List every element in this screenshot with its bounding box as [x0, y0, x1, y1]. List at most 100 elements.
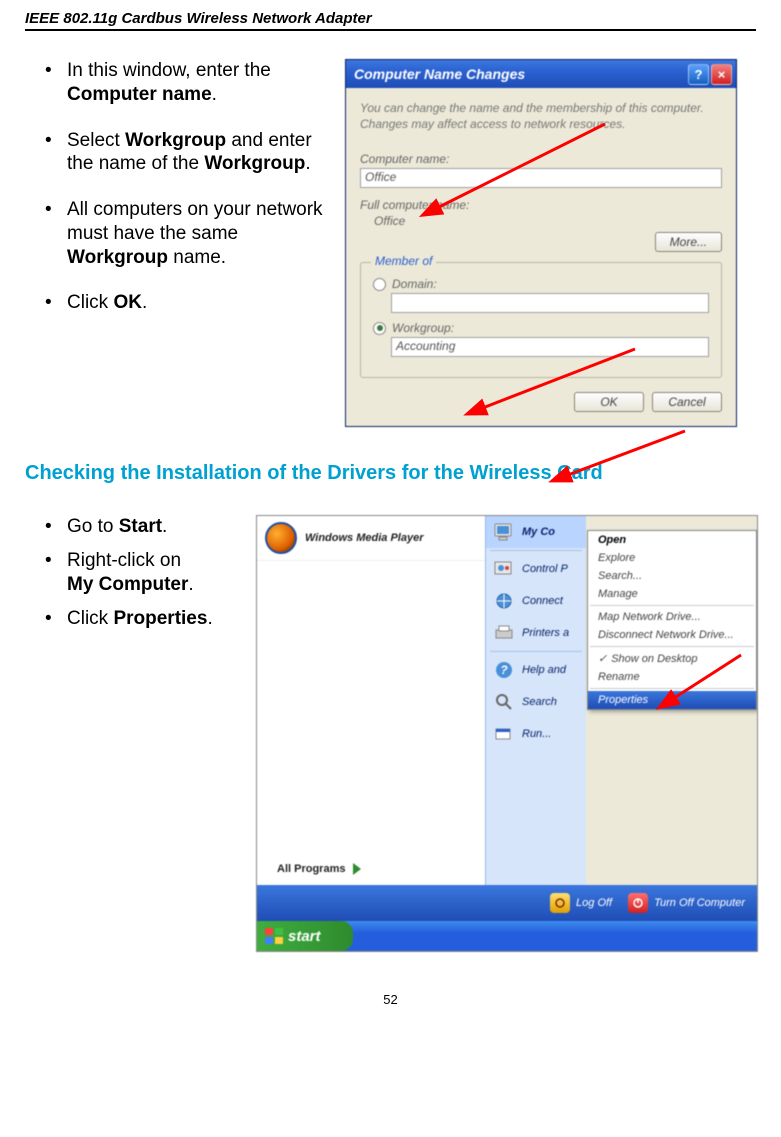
svg-text:?: ? [500, 663, 508, 677]
wmp-icon [265, 522, 297, 554]
label: My Co [522, 526, 555, 538]
run-item[interactable]: Run... [486, 718, 586, 750]
ctx-show-desktop[interactable]: ✓ Show on Desktop [588, 649, 756, 668]
member-of-label: Member of [371, 254, 436, 268]
ctx-search[interactable]: Search... [588, 567, 756, 585]
start-button[interactable]: start [257, 921, 353, 951]
text: . [207, 608, 212, 629]
radio-selected-icon[interactable] [373, 322, 386, 335]
triangle-icon [353, 863, 361, 875]
my-computer-item[interactable]: My Co [486, 516, 586, 548]
separator [590, 605, 754, 606]
power-icon [628, 893, 648, 913]
start-menu-bottom-bar: Log Off Turn Off Computer [257, 885, 757, 921]
close-icon[interactable]: × [711, 64, 732, 85]
ctx-disconnect-drive[interactable]: Disconnect Network Drive... [588, 626, 756, 644]
start-menu-left-column: Windows Media Player All Programs [257, 516, 485, 885]
label: Turn Off Computer [654, 897, 745, 909]
ctx-manage[interactable]: Manage [588, 585, 756, 603]
bold-text: Properties [113, 608, 207, 629]
workgroup-radio-row[interactable]: Workgroup: [373, 321, 709, 335]
bullet-select-workgroup: Select Workgroup and enter the name of t… [45, 129, 325, 177]
wmp-label: Windows Media Player [305, 532, 424, 544]
wmp-item[interactable]: Windows Media Player [257, 516, 485, 561]
bold-text: Workgroup [67, 247, 168, 268]
text: name. [168, 247, 226, 268]
logoff-icon [550, 893, 570, 913]
domain-input[interactable] [391, 293, 709, 313]
printer-icon [492, 622, 516, 644]
text: Go to [67, 516, 119, 537]
text: In this window, enter the [67, 60, 271, 81]
domain-radio-row[interactable]: Domain: [373, 277, 709, 291]
computer-name-input[interactable]: Office [360, 168, 722, 188]
bold-text: Workgroup [204, 153, 305, 174]
search-icon [492, 691, 516, 713]
label: start [288, 928, 321, 945]
ok-button[interactable]: OK [574, 392, 644, 412]
turn-off-button[interactable]: Turn Off Computer [628, 893, 745, 913]
label: Search [522, 696, 557, 708]
control-panel-item[interactable]: Control P [486, 553, 586, 585]
bullet-click-properties: Click Properties. [45, 607, 236, 631]
full-name-value: Office [360, 214, 722, 228]
bold-text: Start [119, 516, 162, 537]
text: Select [67, 130, 125, 151]
text: Right-click on [67, 550, 181, 571]
label: Printers a [522, 627, 569, 639]
more-button[interactable]: More... [655, 232, 722, 252]
bold-text: Workgroup [125, 130, 226, 151]
bullet-rightclick-mycomputer: Right-click on My Computer. [45, 549, 236, 597]
network-icon [492, 590, 516, 612]
text: . [162, 516, 167, 537]
ctx-map-drive[interactable]: Map Network Drive... [588, 608, 756, 626]
printers-item[interactable]: Printers a [486, 617, 586, 649]
all-programs-label: All Programs [277, 863, 345, 875]
search-item[interactable]: Search [486, 686, 586, 718]
label: Show on Desktop [611, 653, 697, 665]
all-programs-item[interactable]: All Programs [277, 863, 361, 875]
ctx-rename[interactable]: Rename [588, 668, 756, 686]
page-header: IEEE 802.11g Cardbus Wireless Network Ad… [25, 10, 756, 31]
text: . [212, 84, 217, 105]
bold-text: My Computer [67, 574, 188, 595]
context-menu: Open Explore Search... Manage Map Networ… [587, 530, 757, 710]
section-heading: Checking the Installation of the Drivers… [25, 462, 756, 485]
bullet-click-ok: Click OK. [45, 291, 325, 315]
ctx-properties[interactable]: Properties [588, 691, 756, 709]
label: Connect [522, 595, 563, 607]
help-item[interactable]: ? Help and [486, 654, 586, 686]
log-off-button[interactable]: Log Off [550, 893, 612, 913]
ctx-open[interactable]: Open [588, 531, 756, 549]
separator [590, 646, 754, 647]
radio-icon[interactable] [373, 278, 386, 291]
help-icon[interactable]: ? [688, 64, 709, 85]
separator [490, 651, 582, 652]
bullet-computer-name: In this window, enter the Computer name. [45, 59, 325, 107]
start-menu-screenshot: Windows Media Player All Programs My Co [256, 515, 758, 952]
cancel-button[interactable]: Cancel [652, 392, 722, 412]
bold-text: OK [113, 292, 142, 313]
label: Help and [522, 664, 566, 676]
page-number: 52 [25, 992, 756, 1007]
check-icon: ✓ [598, 652, 607, 665]
bold-text: Computer name [67, 84, 212, 105]
label: Run... [522, 728, 551, 740]
bullet-goto-start: Go to Start. [45, 515, 236, 539]
instructions-section-1: In this window, enter the Computer name.… [25, 59, 325, 427]
connect-to-item[interactable]: Connect [486, 585, 586, 617]
run-icon [492, 723, 516, 745]
workgroup-input[interactable]: Accounting [391, 337, 709, 357]
label: Log Off [576, 897, 612, 909]
text: Click [67, 292, 113, 313]
text: . [142, 292, 147, 313]
member-of-group: Member of Domain: Workgroup: Accounting [360, 262, 722, 378]
instructions-section-2: Go to Start. Right-click on My Computer.… [25, 515, 236, 952]
ctx-explore[interactable]: Explore [588, 549, 756, 567]
separator [490, 550, 582, 551]
full-name-label: Full computer name: [360, 198, 722, 212]
dialog-title: Computer Name Changes [354, 66, 525, 82]
domain-label: Domain: [392, 277, 437, 291]
control-panel-icon [492, 558, 516, 580]
computer-icon [492, 521, 516, 543]
